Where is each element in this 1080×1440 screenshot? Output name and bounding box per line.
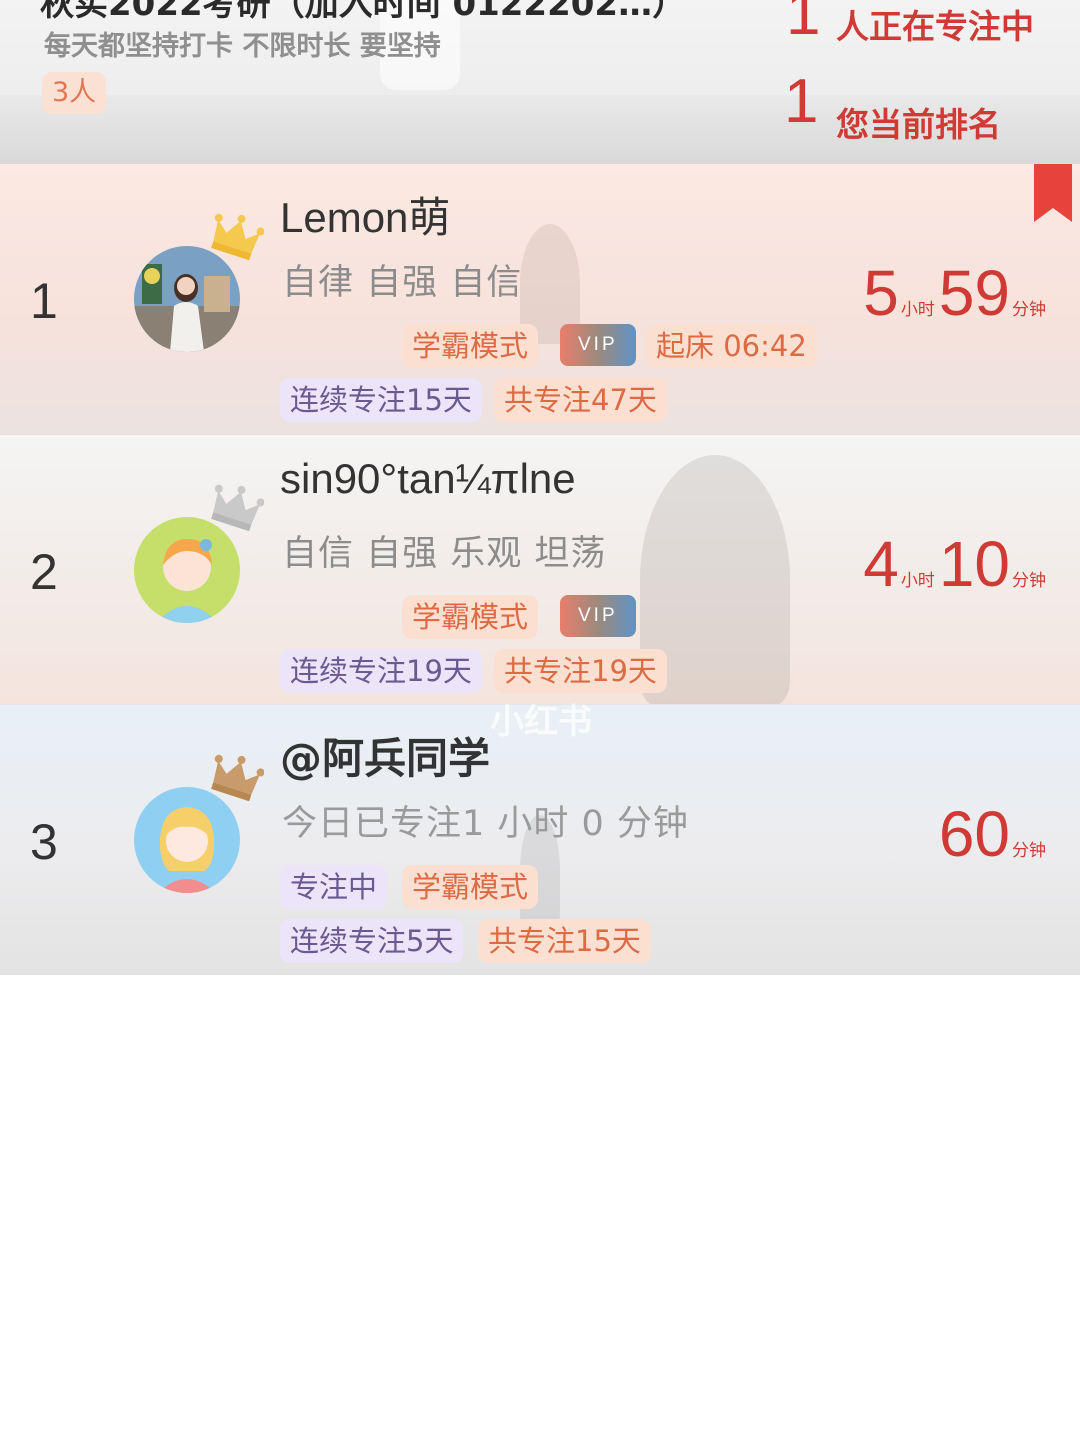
today-focus-status: 今日已专注1 小时 0 分钟	[282, 804, 689, 844]
focus-duration: 5 小时59 分钟	[863, 256, 1050, 330]
focusing-now-tag: 专注中	[280, 865, 388, 909]
user-name[interactable]: Lemon萌	[280, 184, 450, 245]
duration-minutes: 59	[938, 257, 1010, 329]
group-description: 每天都坚持打卡 不限时长 要坚持	[44, 31, 441, 62]
member-count-badge[interactable]: 3人	[42, 72, 107, 114]
streak-tag: 连续专注19天	[280, 649, 482, 693]
focusing-count: 1	[786, 0, 821, 48]
vip-badge: VIP	[560, 324, 636, 366]
duration-hours: 5	[863, 257, 899, 329]
hours-unit: 小时	[900, 571, 935, 590]
rank-number: 1	[30, 273, 58, 329]
leaderboard-row-1[interactable]: 1 Lemon萌 自律 自强 自信 学霸模式 VIP 起床 06:42 连续专注…	[0, 164, 1080, 434]
leaderboard-row-2[interactable]: 2 sin90°tan¼πlne 自信 自强 乐观 坦荡 学霸模式 VIP 连续…	[0, 434, 1080, 705]
total-days-tag: 共专注47天	[494, 378, 667, 422]
user-motto: 自律 自强 自信	[282, 263, 523, 303]
focus-duration: 4 小时10 分钟	[863, 527, 1050, 601]
total-days-tag: 共专注19天	[494, 649, 667, 693]
study-mode-tag: 学霸模式	[402, 324, 539, 368]
user-motto: 自信 自强 乐观 坦荡	[282, 534, 607, 574]
rank-number: 3	[30, 814, 58, 870]
minutes-unit: 分钟	[1012, 841, 1046, 860]
leaderboard-row-3[interactable]: 3 @阿兵同学 今日已专注1 小时 0 分钟 专注中 学霸模式 连续专注5天 共…	[0, 704, 1080, 975]
streak-tag: 连续专注5天	[280, 919, 464, 963]
study-mode-tag: 学霸模式	[402, 595, 539, 639]
vip-badge: VIP	[560, 595, 636, 637]
study-mode-tag: 学霸模式	[402, 865, 539, 909]
duration-minutes: 60	[938, 798, 1010, 870]
focus-duration: 60 分钟	[939, 797, 1050, 871]
rank-number: 2	[30, 544, 58, 600]
silver-crown-icon	[211, 484, 264, 532]
streak-tag: 连续专注15天	[280, 378, 482, 422]
duration-hours: 4	[863, 528, 899, 600]
minutes-unit: 分钟	[1012, 571, 1046, 590]
user-name[interactable]: sin90°tan¼πlne	[280, 455, 576, 503]
bronze-crown-icon	[211, 754, 264, 802]
hours-unit: 小时	[900, 300, 935, 319]
bookmark-icon[interactable]	[1034, 164, 1072, 224]
focusing-label: 人正在专注中	[836, 7, 1034, 46]
group-title: 秋实2022考研（加入时间 0122202…）	[40, 0, 687, 24]
user-name[interactable]: @阿兵同学	[280, 725, 490, 786]
my-rank-label: 您当前排名	[836, 105, 1001, 144]
total-days-tag: 共专注15天	[478, 919, 651, 963]
my-rank-number: 1	[784, 67, 819, 136]
watermark: 小红书	[490, 702, 592, 742]
group-header: 秋实2022考研（加入时间 0122202…） 每天都坚持打卡 不限时长 要坚持…	[0, 0, 1080, 164]
wake-up-time-tag: 起床 06:42	[646, 324, 817, 368]
minutes-unit: 分钟	[1012, 300, 1046, 319]
gold-crown-icon	[211, 213, 264, 261]
duration-minutes: 10	[938, 528, 1010, 600]
